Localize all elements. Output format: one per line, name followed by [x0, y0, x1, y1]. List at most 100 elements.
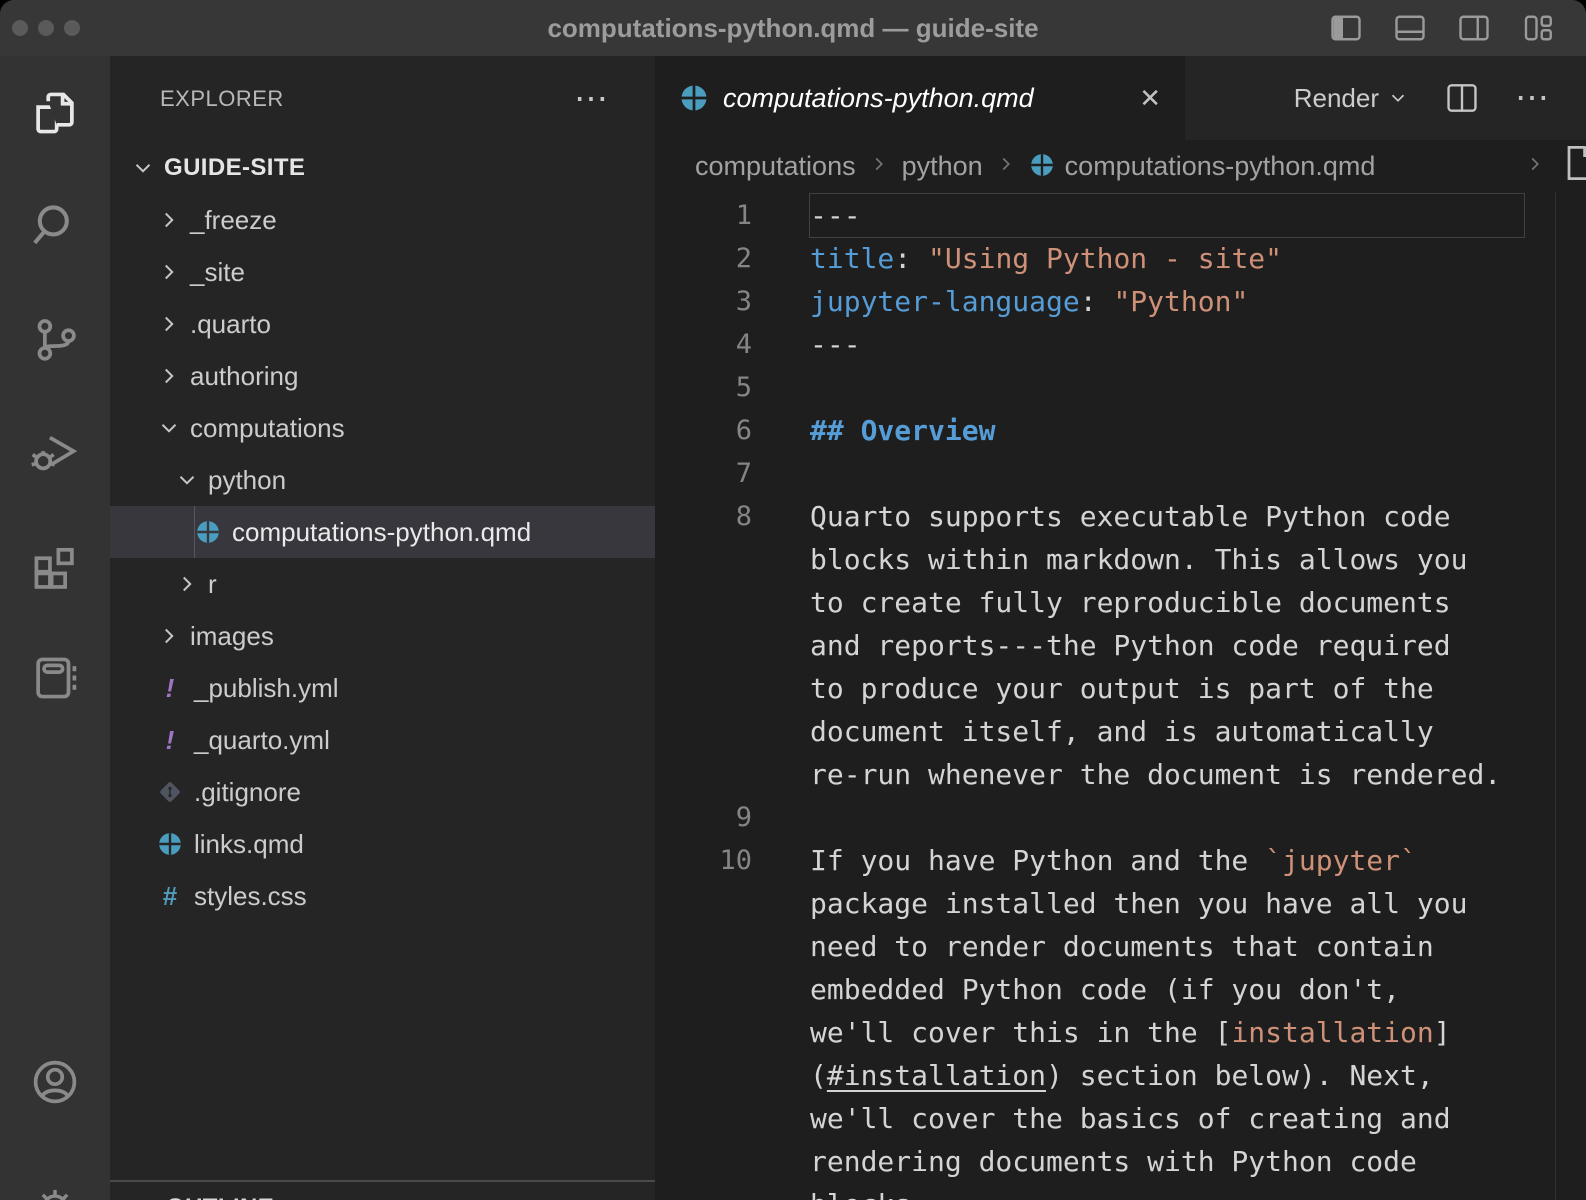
code-token-key: jupyter-language: [810, 285, 1080, 318]
explorer-more-actions-icon[interactable]: ⋯: [574, 89, 611, 109]
code-editor[interactable]: 1---2title: "Using Python - site"3jupyte…: [655, 192, 1586, 1200]
code-line-content: If you have Python and the `jupyter`: [810, 839, 1524, 882]
line-number: 6: [655, 409, 810, 452]
tree-item-computations[interactable]: computations: [110, 402, 655, 454]
code-row: document itself, and is automatically: [655, 710, 1586, 753]
code-token-fg: Quarto supports executable Python code: [810, 500, 1451, 533]
tree-item-r[interactable]: r: [110, 558, 655, 610]
code-line-content: document itself, and is automatically: [810, 710, 1524, 753]
code-row: 5: [655, 366, 1586, 409]
code-row: blocks.: [655, 1183, 1586, 1200]
code-row: embedded Python code (if you don't,: [655, 968, 1586, 1011]
activitybar-extensions-icon[interactable]: [0, 508, 110, 621]
editor-more-actions-icon[interactable]: ⋯: [1515, 88, 1552, 108]
vscode-window: computations-python.qmd — guide-site: [0, 0, 1586, 1200]
activitybar-account-icon[interactable]: [0, 1025, 110, 1138]
tree-item--gitignore[interactable]: .gitignore: [110, 766, 655, 818]
code-line-content: to produce your output is part of the: [810, 667, 1524, 710]
code-line-content: blocks.: [810, 1183, 1524, 1200]
tab-close-icon[interactable]: ✕: [1139, 83, 1161, 114]
code-token-fg: document itself, and is automatically: [810, 715, 1434, 748]
quarto-file-icon: [194, 518, 222, 546]
render-button[interactable]: Render: [1294, 83, 1409, 114]
code-token-fg: rendering documents with Python code: [810, 1145, 1417, 1178]
tree-item-images[interactable]: images: [110, 610, 655, 662]
activitybar-source-control-icon[interactable]: [0, 282, 110, 395]
code-line-content: we'll cover the basics of creating and: [810, 1097, 1524, 1140]
close-window-button[interactable]: [12, 20, 28, 36]
code-token-str: "Python": [1113, 285, 1248, 318]
line-number: [655, 968, 810, 1011]
chevron-right-icon: [156, 259, 182, 285]
code-token-fg: re-run whenever the document is rendered…: [810, 758, 1501, 791]
tree-item--publish-yml[interactable]: !_publish.yml: [110, 662, 655, 714]
tree-item--quarto-yml[interactable]: !_quarto.yml: [110, 714, 655, 766]
activitybar-run-debug-icon[interactable]: [0, 395, 110, 508]
maximize-window-button[interactable]: [64, 20, 80, 36]
explorer-title: EXPLORER: [160, 86, 284, 112]
tree-item-label: links.qmd: [194, 829, 304, 860]
code-line-content: need to render documents that contain: [810, 925, 1524, 968]
quarto-file-icon: [157, 831, 183, 857]
code-row: rendering documents with Python code: [655, 1140, 1586, 1183]
tree-item-links-qmd[interactable]: links.qmd: [110, 818, 655, 870]
tree-item-label: python: [208, 465, 286, 496]
toggle-panel-icon[interactable]: [1392, 10, 1428, 46]
tree-item-python[interactable]: python: [110, 454, 655, 506]
code-token-fg: If you have Python and the: [810, 844, 1265, 877]
file-tree: GUIDE-SITE_freeze_site .quarto authoring co…: [110, 142, 655, 922]
chevron-down-icon: [156, 415, 182, 441]
tree-item-authoring[interactable]: authoring: [110, 350, 655, 402]
outline-header[interactable]: OUTLINE: [110, 1182, 655, 1200]
tree-item--site[interactable]: _site: [110, 246, 655, 298]
chevron-right-icon: [132, 1195, 158, 1200]
tab-bar: computations-python.qmd ✕ Render: [655, 56, 1586, 140]
code-token-fg: (: [810, 1059, 827, 1092]
code-row: 6## Overview: [655, 409, 1586, 452]
breadcrumb-python[interactable]: python: [902, 151, 983, 182]
editor-group: computations-python.qmd ✕ Render: [655, 56, 1586, 1200]
outline-section: OUTLINE: [110, 1180, 655, 1200]
quarto-file-icon: [679, 83, 709, 113]
line-number: 5: [655, 366, 810, 409]
code-row: 3jupyter-language: "Python": [655, 280, 1586, 323]
toggle-sidebar-icon[interactable]: [1328, 10, 1364, 46]
line-number: [655, 753, 810, 796]
code-line-content: embedded Python code (if you don't,: [810, 968, 1524, 1011]
breadcrumb-computations[interactable]: computations: [695, 151, 856, 182]
tree-item-label: .quarto: [190, 309, 271, 340]
code-row: 2title: "Using Python - site": [655, 237, 1586, 280]
breadcrumb-label: python: [902, 151, 983, 181]
line-number: 4: [655, 323, 810, 366]
tree-item--quarto[interactable]: .quarto: [110, 298, 655, 350]
tree-item-label: images: [190, 621, 274, 652]
code-row: 4---: [655, 323, 1586, 366]
tree-item-label: authoring: [190, 361, 298, 392]
code-line-content: package installed then you have all you: [810, 882, 1524, 925]
tree-item-label: r: [208, 569, 217, 600]
code-token-fg: ) section below). Next,: [1046, 1059, 1434, 1092]
breadcrumb-computations-python-qmd[interactable]: computations-python.qmd: [1029, 151, 1376, 182]
code-row: to produce your output is part of the: [655, 667, 1586, 710]
editor-actions: Render ⋯: [1294, 56, 1586, 140]
activitybar-explorer-icon[interactable]: [0, 56, 110, 169]
activitybar-settings-gear-icon[interactable]: [0, 1138, 110, 1200]
minimize-window-button[interactable]: [38, 20, 54, 36]
tab-computations-python[interactable]: computations-python.qmd ✕: [655, 56, 1185, 140]
render-label: Render: [1294, 83, 1379, 114]
activitybar-notebook-icon[interactable]: [0, 621, 110, 734]
code-token-fg: embedded Python code (if you don't,: [810, 973, 1400, 1006]
toggle-secondary-sidebar-icon[interactable]: [1456, 10, 1492, 46]
code-token-fg: :: [1080, 285, 1114, 318]
code-token-url: #installation: [827, 1059, 1046, 1092]
code-line-content: re-run whenever the document is rendered…: [810, 753, 1524, 796]
customize-layout-icon[interactable]: [1520, 10, 1556, 46]
code-token-code: `jupyter`: [1265, 844, 1417, 877]
code-row: 7: [655, 452, 1586, 495]
tree-item-guide-site[interactable]: GUIDE-SITE: [110, 142, 655, 194]
tree-item--freeze[interactable]: _freeze: [110, 194, 655, 246]
activitybar-search-icon[interactable]: [0, 169, 110, 282]
split-editor-button[interactable]: [1443, 79, 1481, 117]
tree-item-computations-python-qmd[interactable]: computations-python.qmd: [110, 506, 655, 558]
tree-item-styles-css[interactable]: #styles.css: [110, 870, 655, 922]
